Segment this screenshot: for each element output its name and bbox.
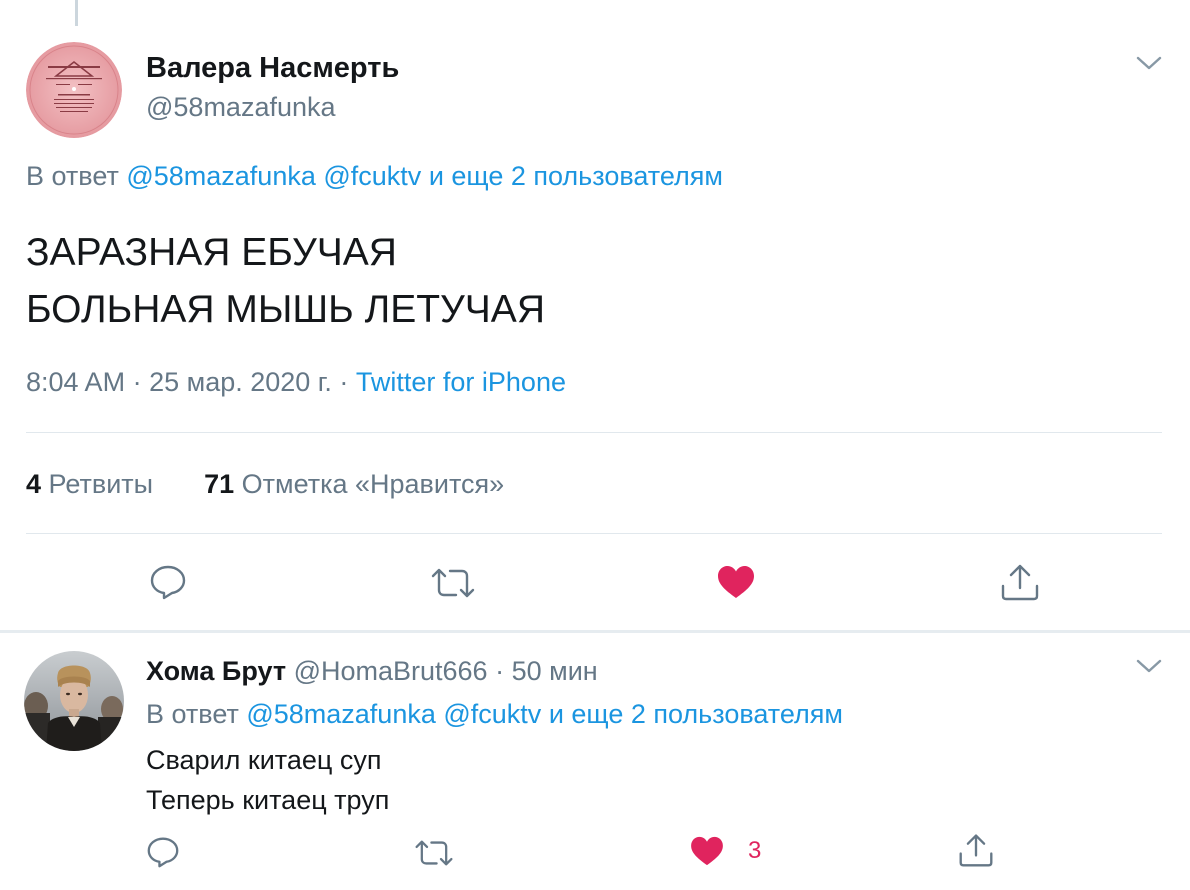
- reply-icon: [147, 837, 179, 868]
- reply-author-handle[interactable]: @HomaBrut666: [294, 656, 488, 686]
- meta-separator: ·: [132, 367, 142, 397]
- tweet-separator: [0, 630, 1190, 633]
- reply-header: Хома Брут @HomaBrut666 · 50 мин: [146, 656, 598, 687]
- reply-button[interactable]: [149, 564, 187, 600]
- reply-time[interactable]: 50 мин: [512, 656, 598, 686]
- retweet-button[interactable]: [414, 838, 454, 868]
- main-tweet: Валера Насмерть @58mazafunka В ответ @58…: [0, 0, 1190, 630]
- retweets-stat[interactable]: 4 Ретвиты: [26, 469, 153, 499]
- reply-prefix: В ответ: [26, 161, 119, 191]
- likes-count: 71: [204, 469, 235, 499]
- heart-filled-icon: [718, 566, 754, 598]
- author-handle[interactable]: @58mazafunka: [146, 92, 336, 123]
- tweet-text-line: БОЛЬНАЯ МЫШЬ ЛЕТУЧАЯ: [26, 288, 545, 331]
- share-icon: [959, 834, 993, 867]
- mention-link[interactable]: @58mazafunka: [246, 699, 436, 729]
- reply-button[interactable]: [146, 836, 180, 868]
- tweet-meta: 8:04 AM · 25 мар. 2020 г. · Twitter for …: [26, 367, 566, 398]
- more-users-link[interactable]: и еще 2 пользователям: [549, 699, 843, 729]
- likes-stat[interactable]: 71 Отметка «Нравится»: [204, 469, 504, 499]
- tweet-time[interactable]: 8:04 AM: [26, 367, 125, 397]
- share-button[interactable]: [958, 832, 994, 868]
- tweet-text-line: ЗАРАЗНАЯ ЕБУЧАЯ: [26, 231, 397, 274]
- share-button[interactable]: [1000, 562, 1040, 602]
- author-avatar[interactable]: [26, 42, 122, 138]
- share-icon: [1001, 564, 1039, 601]
- reply-author-name[interactable]: Хома Брут: [146, 656, 286, 686]
- reply-prefix: В ответ: [146, 699, 239, 729]
- tweet-date[interactable]: 25 мар. 2020 г.: [149, 367, 332, 397]
- reply-author-avatar[interactable]: [24, 651, 124, 751]
- retweets-label: Ретвиты: [48, 469, 154, 499]
- reply-icon: [150, 565, 186, 600]
- chevron-down-icon[interactable]: [1134, 655, 1164, 677]
- mention-link[interactable]: @fcuktv: [323, 161, 421, 191]
- retweets-count: 4: [26, 469, 42, 499]
- reply-text-line: Теперь китаец труп: [146, 785, 390, 815]
- tweet-stats: 4 Ретвиты 71 Отметка «Нравится»: [26, 469, 504, 500]
- reply-context: В ответ @58mazafunka @fcuktv и еще 2 пол…: [146, 699, 843, 730]
- like-button[interactable]: [717, 565, 755, 599]
- mention-link[interactable]: @58mazafunka: [126, 161, 316, 191]
- reply-text-line: Сварил китаец суп: [146, 745, 382, 775]
- meta-separator: ·: [495, 656, 505, 686]
- heart-filled-icon: [691, 836, 723, 866]
- chevron-down-icon[interactable]: [1134, 52, 1164, 74]
- tweet-source-link[interactable]: Twitter for iPhone: [356, 367, 566, 397]
- reply-context: В ответ @58mazafunka @fcuktv и еще 2 пол…: [26, 161, 723, 192]
- retweet-icon: [415, 840, 453, 866]
- divider: [26, 432, 1162, 433]
- author-name[interactable]: Валера Насмерть: [146, 52, 399, 85]
- mention-link[interactable]: @fcuktv: [443, 699, 541, 729]
- retweet-icon: [431, 568, 475, 598]
- like-button[interactable]: 3: [690, 836, 761, 866]
- tweet-text: ЗАРАЗНАЯ ЕБУЧАЯ БОЛЬНАЯ МЫШЬ ЛЕТУЧАЯ: [26, 224, 545, 338]
- meta-separator: ·: [339, 367, 349, 397]
- like-count: 3: [748, 837, 762, 864]
- retweet-button[interactable]: [430, 566, 476, 600]
- reply-text: Сварил китаец суп Теперь китаец труп: [146, 740, 389, 820]
- more-users-link[interactable]: и еще 2 пользователям: [429, 161, 723, 191]
- likes-label: Отметка «Нравится»: [241, 469, 505, 499]
- divider: [26, 533, 1162, 534]
